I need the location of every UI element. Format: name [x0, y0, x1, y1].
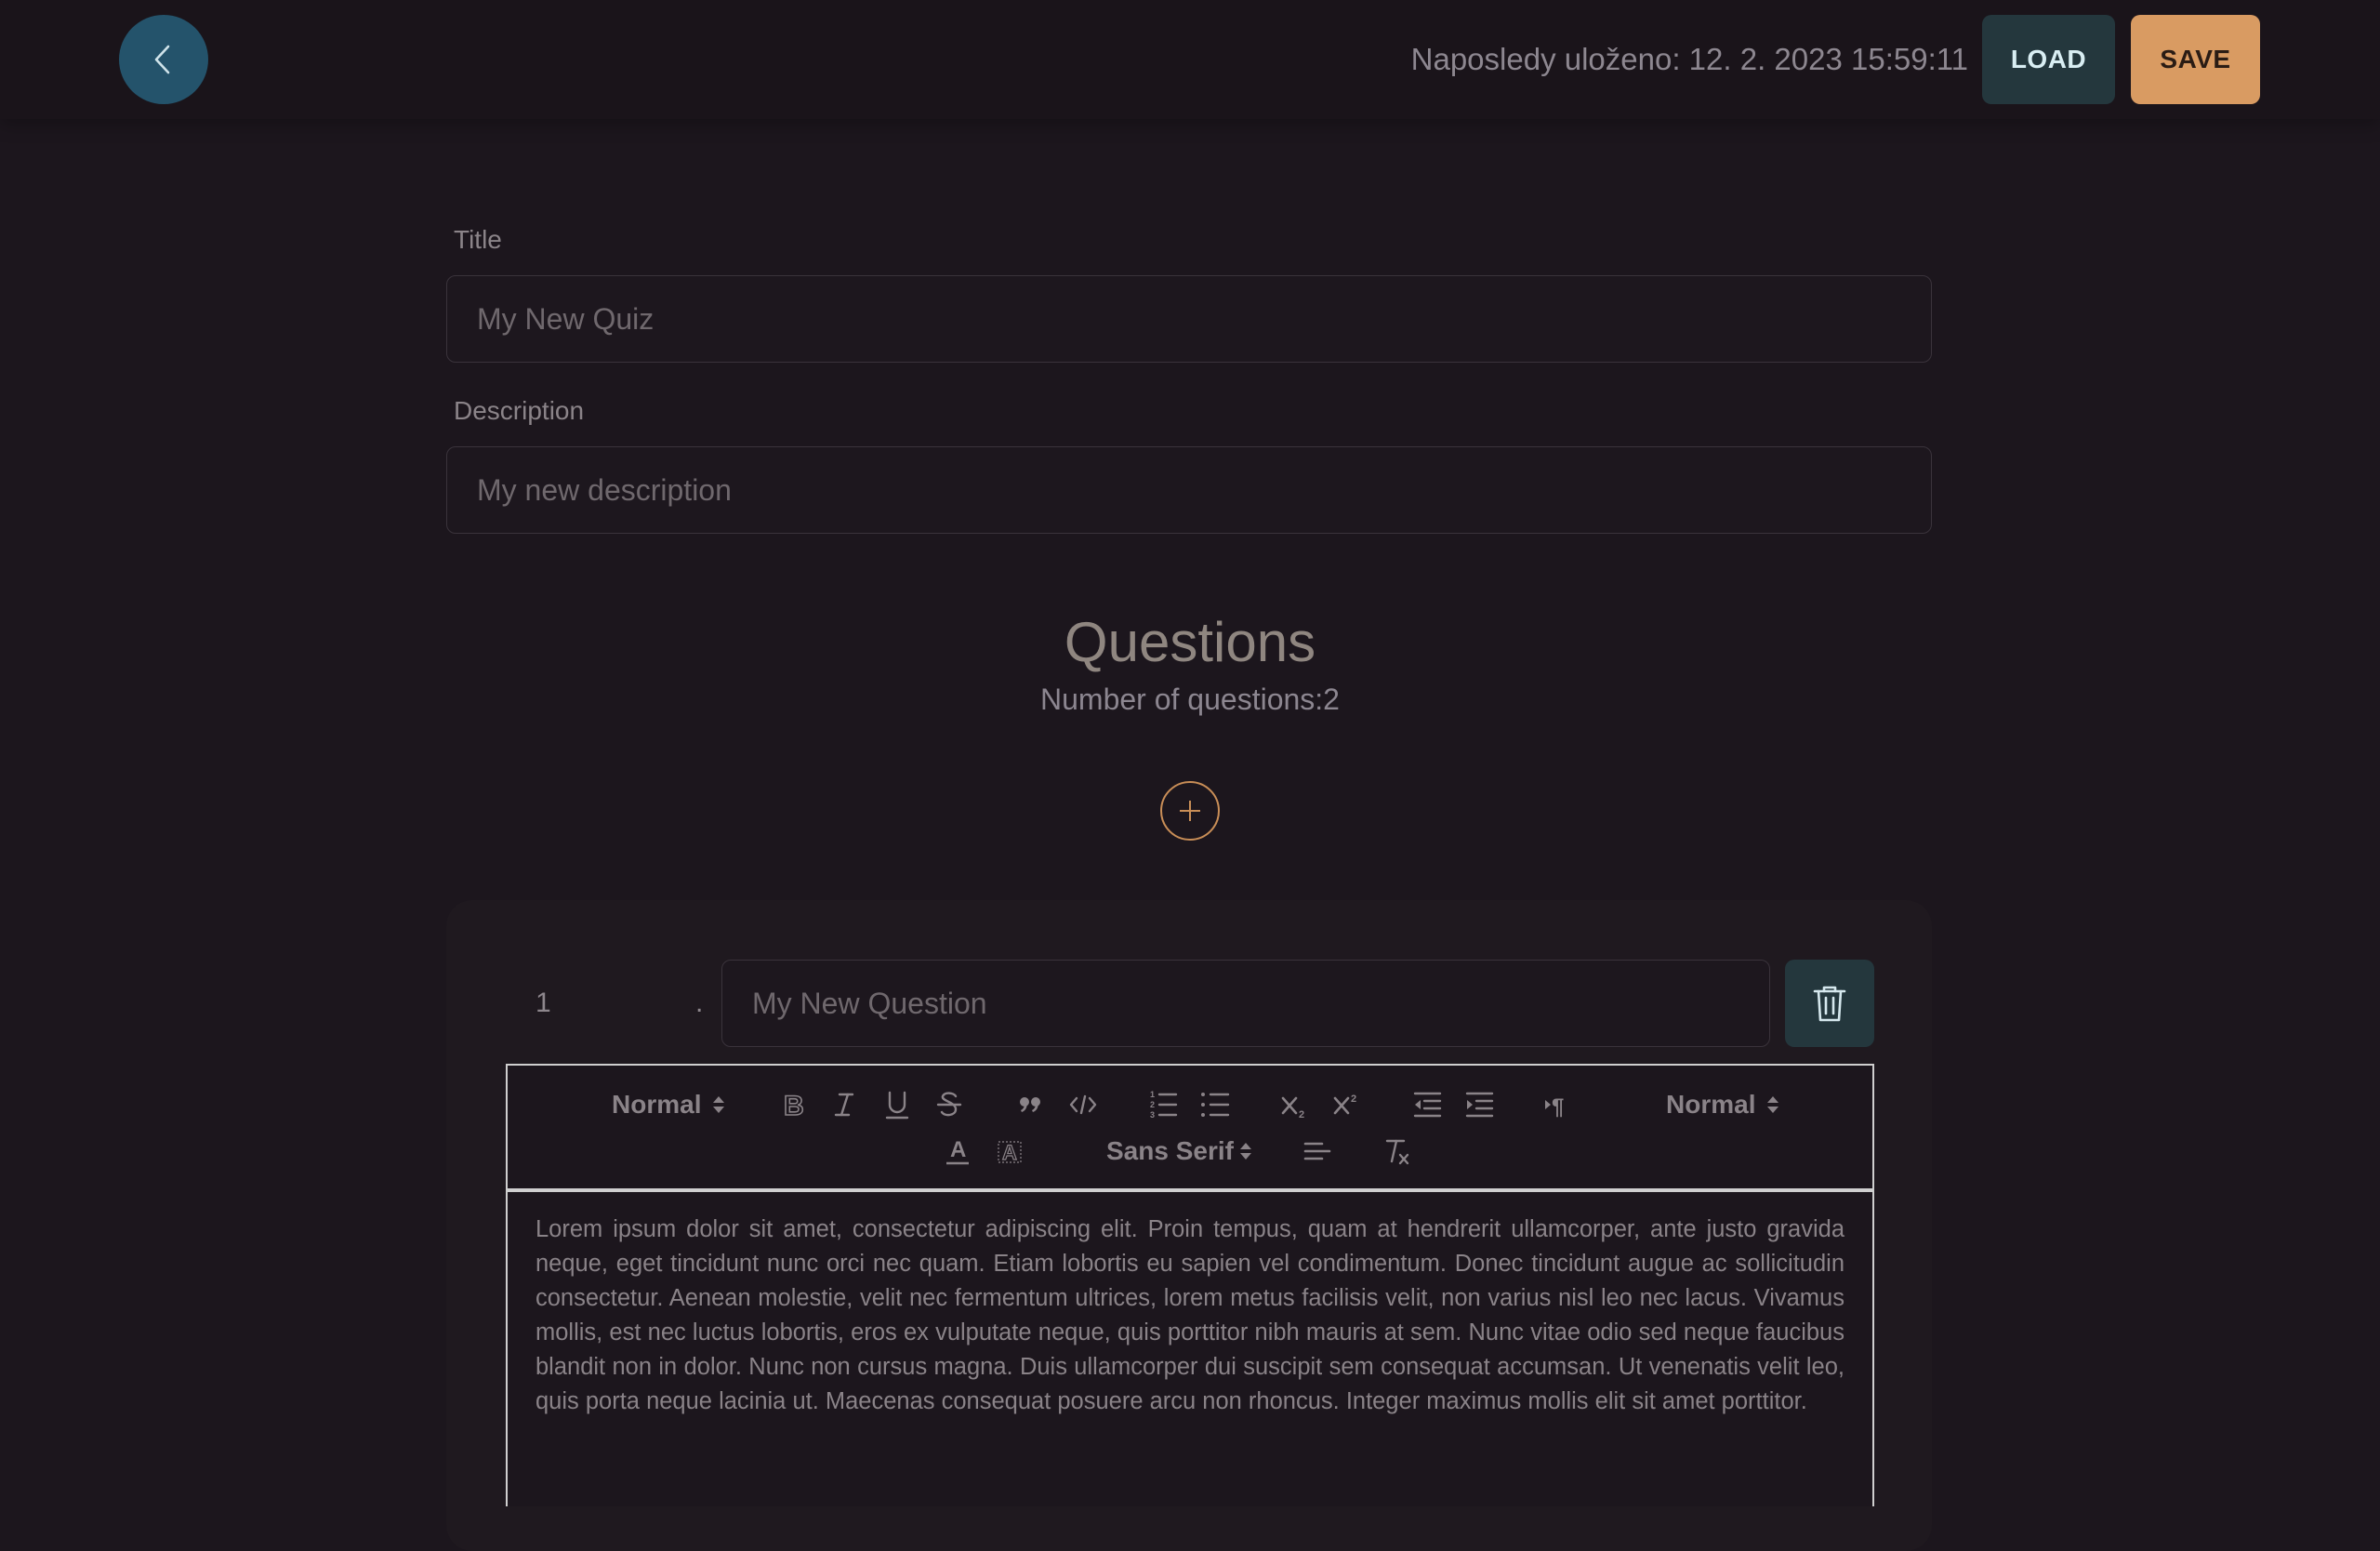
description-label: Description [454, 396, 585, 425]
superscript-button[interactable]: 2 [1331, 1086, 1363, 1123]
font-picker[interactable]: Sans Serif [1106, 1133, 1252, 1170]
clear-format-button[interactable] [1382, 1133, 1413, 1170]
blockquote-icon [1020, 1097, 1040, 1112]
plus-icon [1180, 801, 1200, 821]
updown-arrows-icon [713, 1096, 725, 1113]
top-bar: Naposledy uloženo: 12. 2. 2023 15:59:11 … [0, 0, 2380, 119]
svg-text:B: B [784, 1091, 804, 1121]
code-block-icon [1069, 1094, 1097, 1115]
ordered-list-button[interactable]: 123 [1147, 1086, 1179, 1123]
svg-text:A: A [1002, 1141, 1017, 1164]
question-number-separator: . [695, 988, 704, 1018]
svg-text:A: A [950, 1137, 966, 1162]
ordered-list-icon: 123 [1150, 1090, 1178, 1120]
text-color-icon: A [946, 1137, 969, 1165]
svg-text:2: 2 [1299, 1109, 1304, 1120]
bullet-list-button[interactable] [1199, 1086, 1231, 1123]
svg-text:¶: ¶ [1552, 1094, 1564, 1120]
underline-icon [885, 1091, 909, 1120]
bold-icon: B [783, 1090, 804, 1122]
question-editor[interactable]: Lorem ipsum dolor sit amet, consectetur … [506, 1190, 1874, 1506]
updown-arrows-icon [1767, 1096, 1779, 1113]
strike-button[interactable] [935, 1086, 963, 1123]
align-button[interactable] [1302, 1133, 1333, 1170]
italic-icon [834, 1093, 854, 1117]
strike-icon [936, 1092, 962, 1117]
title-label: Title [454, 225, 502, 254]
clear-format-icon [1385, 1139, 1409, 1165]
svg-text:2: 2 [1150, 1100, 1155, 1109]
question-body-text[interactable]: Lorem ipsum dolor sit amet, consectetur … [536, 1213, 1844, 1419]
title-input[interactable] [446, 275, 1932, 363]
outdent-icon [1413, 1092, 1442, 1118]
add-question-button[interactable] [1160, 781, 1220, 841]
bold-button[interactable]: B [779, 1086, 807, 1123]
indent-button[interactable] [1463, 1086, 1495, 1123]
save-button[interactable]: SAVE [2131, 15, 2260, 104]
editor-toolbar: Normal B 123 2 2 ¶ Normal A A Sans Serif [506, 1064, 1874, 1190]
questions-count: Number of questions:2 [1040, 683, 1340, 716]
load-button[interactable]: LOAD [1982, 15, 2115, 104]
rtl-direction-icon: ¶ [1545, 1094, 1564, 1120]
trash-icon [1813, 986, 1846, 1022]
header-picker-label: Normal [612, 1090, 702, 1119]
italic-button[interactable] [831, 1086, 859, 1123]
bullet-list-icon [1201, 1093, 1230, 1117]
subscript-button[interactable]: 2 [1279, 1086, 1311, 1123]
blockquote-button[interactable] [1015, 1086, 1045, 1123]
question-number: 1 [536, 988, 551, 1018]
svg-text:2: 2 [1351, 1094, 1356, 1105]
superscript-icon: 2 [1333, 1094, 1356, 1115]
svg-text:3: 3 [1150, 1110, 1155, 1120]
background-color-icon: A [998, 1140, 1022, 1165]
svg-text:1: 1 [1150, 1090, 1155, 1099]
questions-heading: Questions [1064, 611, 1316, 673]
size-picker[interactable]: Normal [1666, 1086, 1779, 1123]
updown-arrows-icon [1239, 1143, 1251, 1160]
underline-button[interactable] [883, 1086, 911, 1123]
code-block-button[interactable] [1067, 1086, 1099, 1123]
align-icon [1303, 1142, 1331, 1160]
delete-question-button[interactable] [1785, 960, 1874, 1047]
font-picker-label: Sans Serif [1106, 1136, 1234, 1165]
background-color-button[interactable]: A [995, 1133, 1025, 1170]
subscript-icon: 2 [1281, 1096, 1304, 1120]
indent-icon [1465, 1092, 1494, 1118]
description-input[interactable] [446, 446, 1932, 534]
text-color-button[interactable]: A [943, 1133, 972, 1170]
size-picker-label: Normal [1666, 1090, 1756, 1119]
back-button[interactable] [119, 15, 208, 104]
question-input[interactable] [721, 960, 1770, 1047]
chevron-left-icon [154, 45, 170, 74]
last-saved-status: Naposledy uloženo: 12. 2. 2023 15:59:11 [1410, 42, 1968, 76]
direction-button[interactable]: ¶ [1543, 1086, 1575, 1123]
outdent-button[interactable] [1411, 1086, 1443, 1123]
header-picker[interactable]: Normal [612, 1086, 725, 1123]
